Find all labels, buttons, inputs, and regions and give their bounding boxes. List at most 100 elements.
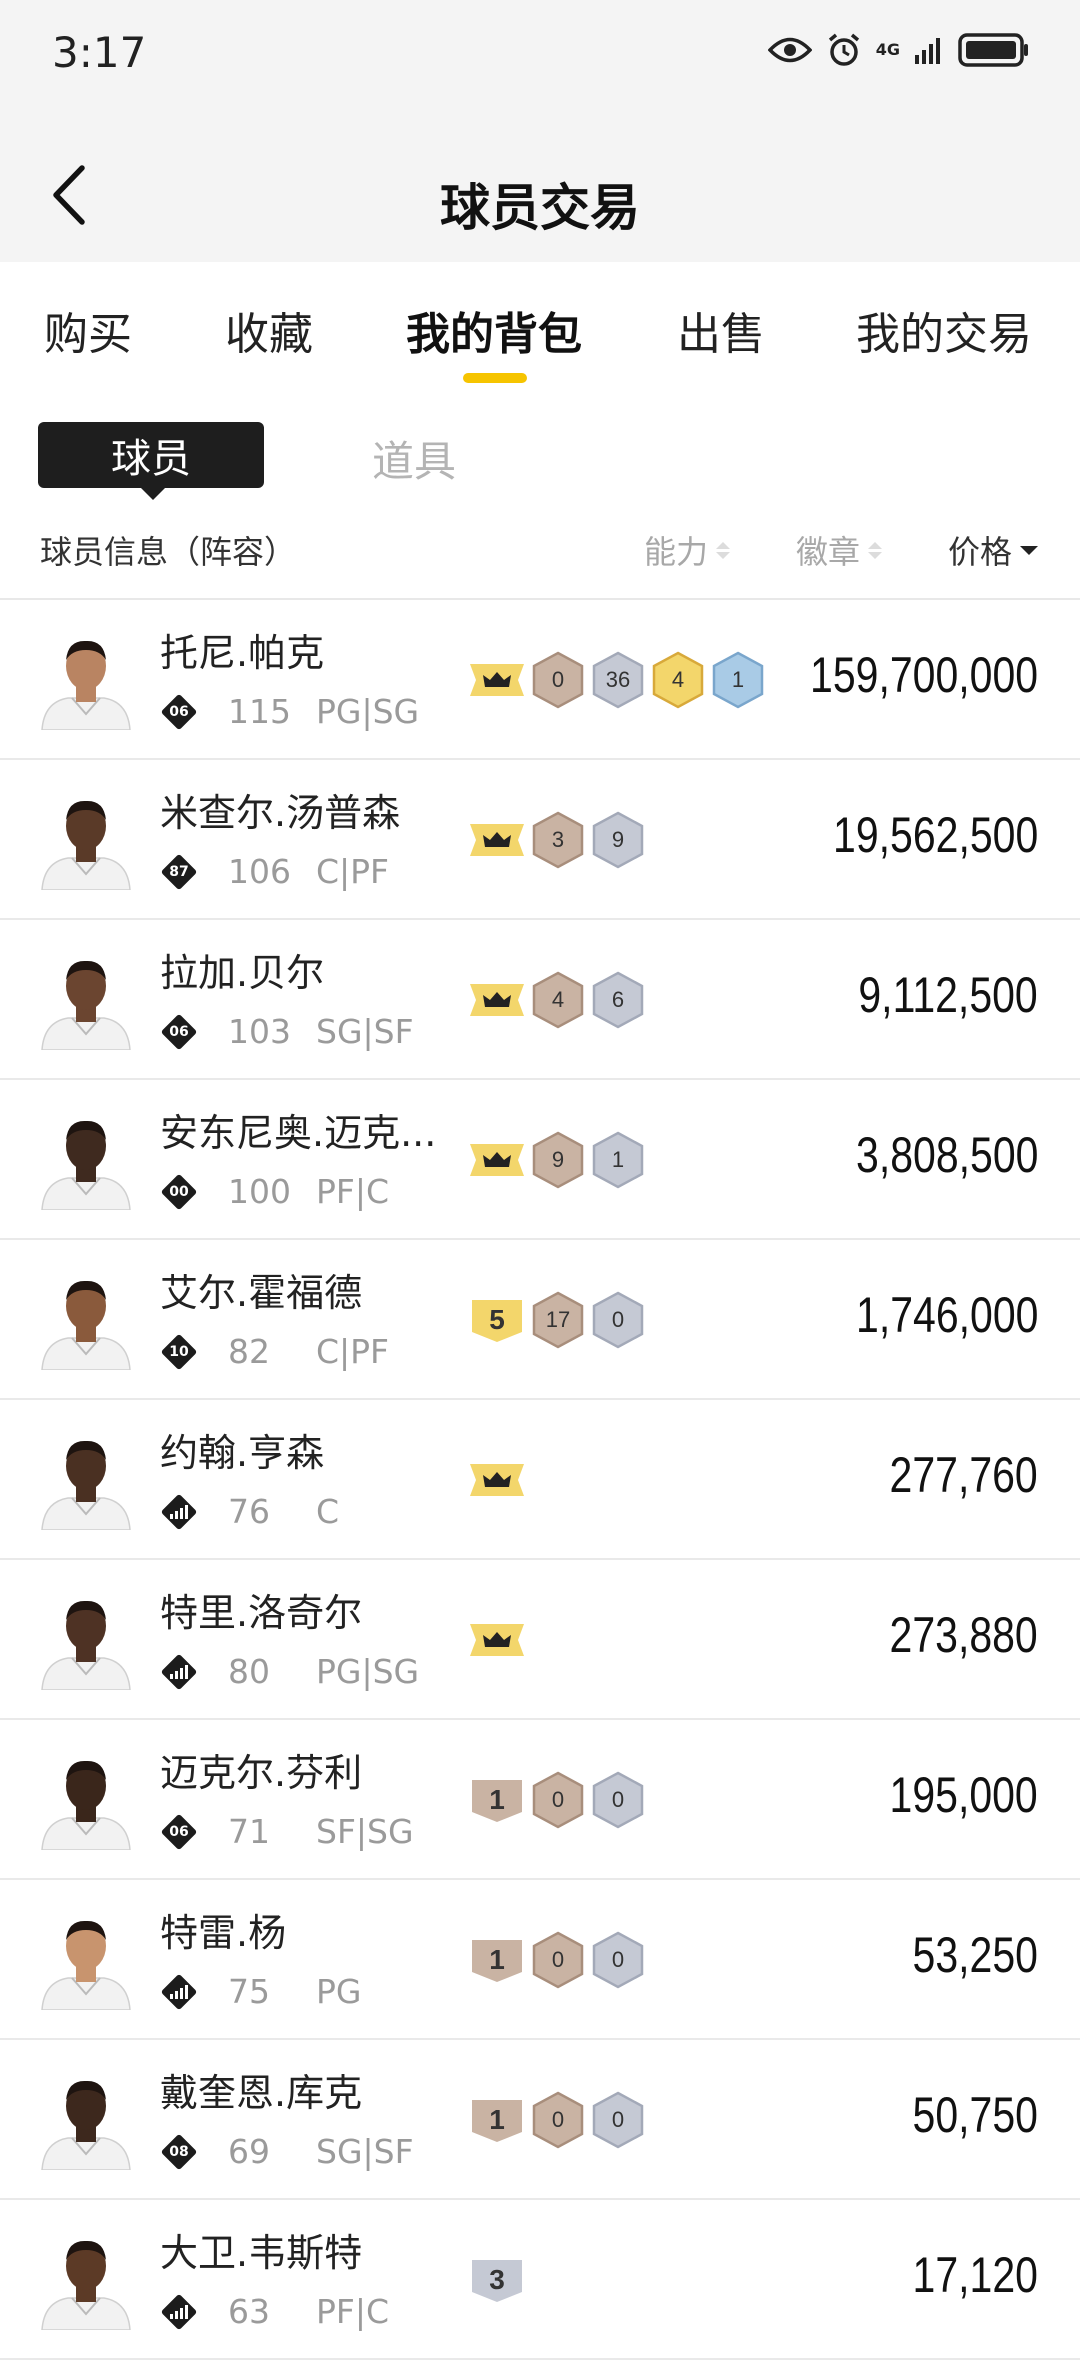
sort-icon — [716, 541, 731, 559]
player-price: 53,250 — [912, 1927, 1038, 1983]
rank-badge: 5 — [470, 1296, 524, 1344]
badge-group: 0 36 4 1 — [470, 648, 764, 712]
tab-my-trades[interactable]: 我的交易 — [856, 298, 1032, 362]
player-price: 195,000 — [889, 1767, 1038, 1823]
player-name: 拉加.贝尔 — [160, 951, 325, 995]
badge-count-hex: 0 — [532, 651, 584, 709]
crown-badge-icon — [470, 980, 524, 1020]
player-position: C|PF — [316, 852, 390, 891]
tab-sell[interactable]: 出售 — [677, 298, 765, 362]
crown-badge-icon — [470, 660, 524, 700]
badge-count: 0 — [611, 1947, 625, 1972]
crown-badge-icon — [470, 1140, 524, 1180]
badge-count-hex: 1 — [712, 651, 764, 709]
team-signal-icon — [160, 1973, 198, 2011]
player-row[interactable]: 约翰.亨森 76 C 277,760 — [0, 1400, 1080, 1560]
player-row[interactable]: 特里.洛奇尔 80 PG|SG 273,880 — [0, 1560, 1080, 1720]
network-label: 4G — [875, 40, 900, 59]
badge-count-hex: 0 — [592, 1771, 644, 1829]
badge-group: 39 — [470, 808, 644, 872]
badge-group — [470, 1608, 524, 1672]
badge-count: 0 — [551, 2107, 565, 2132]
badge-count-hex: 0 — [592, 1931, 644, 1989]
team-chip: 87 — [160, 853, 198, 891]
team-chip: 06 — [160, 693, 198, 731]
top-bar: 3:17 4G 球员交易 — [0, 0, 1080, 262]
badge-count-hex: 4 — [652, 651, 704, 709]
badge-count: 0 — [611, 1307, 625, 1332]
player-position: PF|C — [316, 1172, 390, 1211]
badge-count: 1 — [611, 1147, 625, 1172]
player-avatar — [38, 790, 134, 891]
badge-count: 9 — [611, 827, 625, 852]
player-row[interactable]: 拉加.贝尔 06 103 SG|SF 46 9,112,500 — [0, 920, 1080, 1080]
rank-value: 1 — [489, 2104, 505, 2135]
main-tabs: 购买 收藏 我的背包 出售 我的交易 — [0, 262, 1080, 392]
subtab-items[interactable]: 道具 — [372, 428, 456, 489]
player-row[interactable]: 特雷.杨 75 PG 1 0 0 53,250 — [0, 1880, 1080, 2040]
player-name: 约翰.亨森 — [160, 1431, 325, 1475]
badge-group — [470, 1448, 524, 1512]
eye-icon — [767, 37, 812, 63]
badge-count: 3 — [551, 827, 565, 852]
sort-down-icon — [1020, 545, 1039, 555]
player-price: 50,750 — [912, 2087, 1038, 2143]
player-avatar — [38, 950, 134, 1051]
sort-icon — [868, 541, 883, 559]
badge-count-hex: 17 — [532, 1291, 584, 1349]
page-title: 球员交易 — [440, 179, 640, 237]
tab-favorites[interactable]: 收藏 — [225, 298, 313, 362]
badge-count: 4 — [671, 667, 685, 692]
column-player-info-label: 球员信息（阵容） — [40, 533, 297, 571]
column-ability[interactable]: 能力 — [644, 527, 731, 573]
player-rating: 69 — [228, 2132, 270, 2171]
tab-buy[interactable]: 购买 — [44, 298, 132, 362]
player-row[interactable]: 艾尔.霍福德 10 82 C|PF 5 17 0 1,746,000 — [0, 1240, 1080, 1400]
player-name: 托尼.帕克 — [160, 631, 325, 675]
player-position: PG|SG — [316, 692, 420, 731]
player-name: 艾尔.霍福德 — [160, 1271, 363, 1315]
crown-badge-icon — [470, 1620, 524, 1660]
badge-group: 3 — [470, 2248, 524, 2312]
player-row[interactable]: 安东尼奥.迈克... 00 100 PF|C 91 3,808,500 — [0, 1080, 1080, 1240]
player-avatar — [38, 1910, 134, 2011]
rank-value: 1 — [489, 1784, 505, 1815]
badge-count-hex: 36 — [592, 651, 644, 709]
player-position: PF|C — [316, 2292, 390, 2331]
player-name: 安东尼奥.迈克... — [160, 1111, 437, 1155]
player-row[interactable]: 托尼.帕克 06 115 PG|SG 0 36 4 1 159,700,000 — [0, 600, 1080, 760]
player-row[interactable]: 戴奎恩.库克 08 69 SG|SF 1 0 0 50,750 — [0, 2040, 1080, 2200]
player-position: C — [316, 1492, 340, 1531]
player-price: 1,746,000 — [855, 1287, 1038, 1343]
subtab-players[interactable]: 球员 — [38, 422, 264, 500]
tab-my-backpack[interactable]: 我的背包 — [406, 298, 582, 362]
player-row[interactable]: 米查尔.汤普森 87 106 C|PF 39 19,562,500 — [0, 760, 1080, 920]
badge-group: 5 17 0 — [470, 1288, 644, 1352]
team-number: 08 — [169, 2144, 189, 2160]
badge-count-hex: 0 — [532, 1771, 584, 1829]
team-signal-icon — [160, 1493, 198, 1531]
player-avatar — [38, 1750, 134, 1851]
player-rating: 63 — [228, 2292, 270, 2331]
player-rating: 106 — [228, 852, 291, 891]
player-rating: 103 — [228, 1012, 291, 1051]
player-rating: 82 — [228, 1332, 270, 1371]
rank-badge: 1 — [470, 1936, 524, 1984]
player-row[interactable]: 迈克尔.芬利 06 71 SF|SG 1 0 0 195,000 — [0, 1720, 1080, 1880]
badge-count-hex: 0 — [592, 2091, 644, 2149]
team-number: 87 — [169, 864, 189, 880]
team-number: 00 — [169, 1184, 189, 1200]
column-price[interactable]: 价格 — [948, 527, 1039, 573]
player-rating: 115 — [228, 692, 291, 731]
team-chip: 10 — [160, 1333, 198, 1371]
battery-icon — [958, 33, 1028, 67]
player-avatar — [38, 2070, 134, 2171]
player-name: 戴奎恩.库克 — [160, 2071, 363, 2115]
team-number: 06 — [169, 1824, 189, 1840]
column-ability-label: 能力 — [644, 533, 709, 571]
player-avatar — [38, 1590, 134, 1691]
player-rating: 71 — [228, 1812, 270, 1851]
rank-value: 5 — [489, 1304, 505, 1335]
player-row[interactable]: 大卫.韦斯特 63 PF|C 3 17,120 — [0, 2200, 1080, 2360]
column-badges[interactable]: 徽章 — [796, 527, 883, 573]
